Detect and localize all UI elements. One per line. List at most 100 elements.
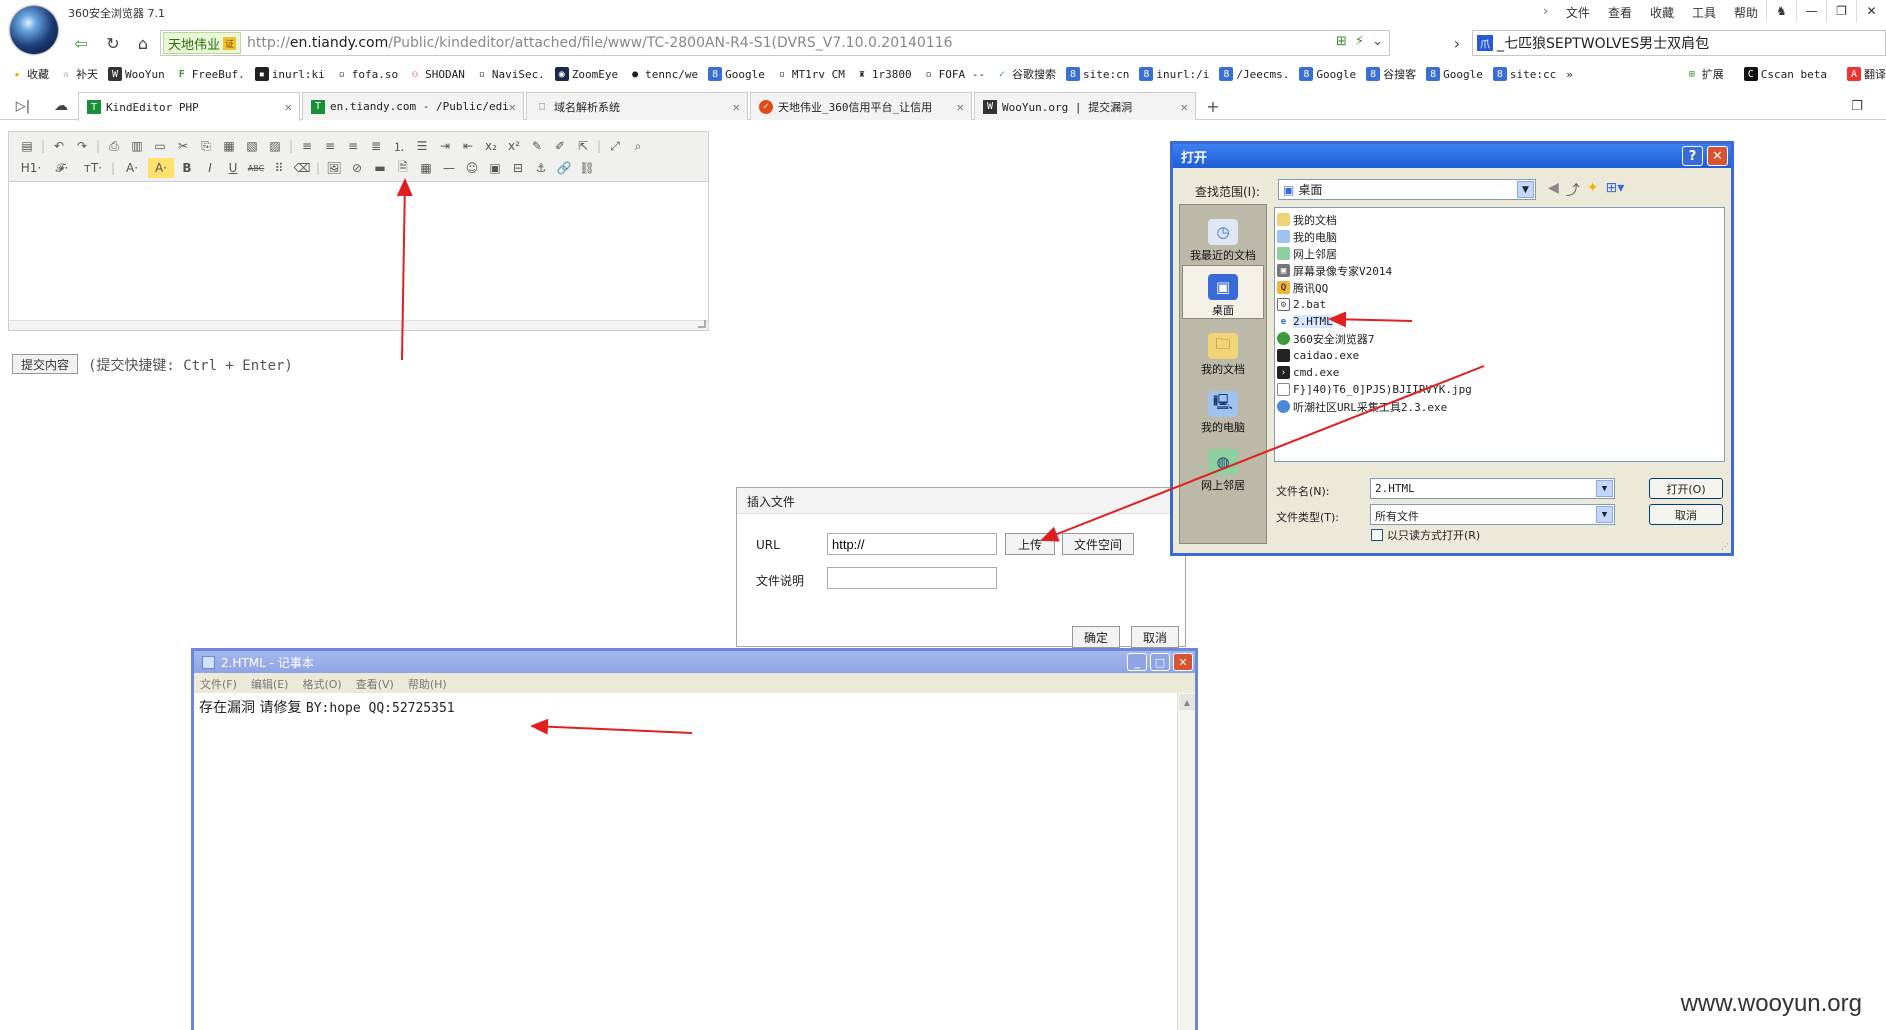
- subscript-icon[interactable]: x₂: [481, 136, 501, 156]
- bookmark-shodan[interactable]: ⚇ SHODAN: [408, 67, 465, 81]
- tab-dns-system[interactable]: □ 域名解析系统 ✕: [526, 92, 748, 120]
- outdent-icon[interactable]: ⇤: [458, 136, 478, 156]
- tab-close-icon[interactable]: ✕: [733, 100, 740, 114]
- highlight-color-icon[interactable]: A·: [148, 158, 174, 178]
- chevron-down-icon[interactable]: ⌄: [1372, 34, 1383, 49]
- tab-close-icon[interactable]: ✕: [957, 100, 964, 114]
- bookmark-cscan[interactable]: C Cscan beta: [1743, 67, 1827, 81]
- notepad-menu-file[interactable]: 文件(F): [200, 676, 237, 691]
- close-icon[interactable]: ✕: [1856, 0, 1886, 22]
- editor-content-area[interactable]: [9, 182, 708, 320]
- cancel-button[interactable]: 取消: [1649, 504, 1723, 525]
- cloud-icon[interactable]: ☁: [50, 95, 72, 117]
- tab-kindeditor[interactable]: T KindEditor PHP ✕: [78, 92, 300, 121]
- search-engine-icon[interactable]: 爪: [1477, 35, 1493, 51]
- back-arrow-icon[interactable]: ⇦: [70, 32, 92, 54]
- new-folder-icon[interactable]: ✦: [1587, 180, 1599, 200]
- ok-button[interactable]: 确定: [1072, 626, 1120, 648]
- security-icon[interactable]: ⊞: [1336, 34, 1347, 49]
- media-icon[interactable]: ▬: [370, 158, 390, 178]
- font-size-icon[interactable]: тT·: [79, 158, 107, 178]
- clear-format-icon[interactable]: ✎: [527, 136, 547, 156]
- bookmark-fofa-2[interactable]: ▫ FOFA --: [922, 67, 985, 81]
- menu-favorites[interactable]: 收藏: [1650, 4, 1674, 21]
- bookmark-wooyun[interactable]: W WooYun: [108, 67, 165, 81]
- read-only-checkbox[interactable]: 以只读方式打开(R): [1371, 527, 1480, 543]
- view-menu-icon[interactable]: ⊞▾: [1606, 180, 1625, 200]
- bookmark-site-cc[interactable]: 8 site:cc: [1492, 67, 1556, 81]
- file-type-select[interactable]: 所有文件 ▼: [1370, 504, 1615, 525]
- upload-button[interactable]: 上传: [1005, 533, 1055, 555]
- file-item-cmd[interactable]: › cmd.exe: [1277, 364, 1722, 381]
- minimize-icon[interactable]: —: [1796, 0, 1826, 22]
- font-color-icon[interactable]: A·: [119, 158, 145, 178]
- file-item-jpg[interactable]: F}]40)T6_0]PJS)BJIIRVYK.jpg: [1277, 381, 1722, 398]
- heading-icon[interactable]: H1·: [17, 158, 45, 178]
- align-justify-icon[interactable]: ≣: [366, 136, 386, 156]
- select-all-icon[interactable]: ⇱: [573, 136, 593, 156]
- sidebar-toggle-icon[interactable]: ▷|: [12, 95, 34, 117]
- preview-icon[interactable]: ⌕: [628, 136, 648, 156]
- tab-close-icon[interactable]: ✕: [1181, 100, 1188, 114]
- unlink-icon[interactable]: ⛓: [577, 158, 597, 178]
- notepad-text-area[interactable]: 存在漏洞 请修复 BY:hope QQ:52725351: [194, 693, 1174, 1030]
- undo-icon[interactable]: ↶: [49, 136, 69, 156]
- bookmark-google-search[interactable]: ✓ 谷歌搜索: [995, 66, 1056, 82]
- help-icon[interactable]: ?: [1682, 146, 1703, 166]
- file-item-2-html[interactable]: e 2.HTML: [1277, 313, 1722, 330]
- align-left-icon[interactable]: ≡: [297, 136, 317, 156]
- place-my-documents[interactable]: 🗀 我的文档: [1182, 323, 1264, 377]
- menu-file[interactable]: 文件: [1566, 4, 1590, 21]
- bookmark-gusouke[interactable]: 8 谷搜客: [1366, 66, 1416, 82]
- close-icon[interactable]: ✕: [1707, 146, 1728, 166]
- source-icon[interactable]: ▤: [17, 136, 37, 156]
- resize-grip-icon[interactable]: [698, 320, 706, 328]
- scroll-up-icon[interactable]: ▲: [1179, 694, 1195, 710]
- file-item-2-bat[interactable]: ⚙ 2.bat: [1277, 296, 1722, 313]
- paste-icon[interactable]: ▦: [219, 136, 239, 156]
- notepad-menu-format[interactable]: 格式(O): [302, 676, 341, 691]
- indent-icon[interactable]: ⇥: [435, 136, 455, 156]
- bookmark-1r3800[interactable]: ♜ 1r3800: [855, 67, 912, 81]
- chevron-down-icon[interactable]: ▼: [1517, 181, 1534, 198]
- menu-tools[interactable]: 工具: [1692, 4, 1716, 21]
- tab-tiandy-directory[interactable]: T en.tiandy.com - /Public/edi ✕: [302, 92, 524, 120]
- bookmark-freebuf[interactable]: F FreeBuf.: [175, 67, 245, 81]
- bookmark-fofa[interactable]: ▫ fofa.so: [335, 67, 398, 81]
- bookmark-tennc[interactable]: ● tennc/we: [628, 67, 698, 81]
- bookmark-zoomeye[interactable]: ◉ ZoomEye: [554, 67, 618, 81]
- tab-credit-platform[interactable]: ✓ 天地伟业_360信用平台_让信用 ✕: [750, 92, 972, 120]
- quick-format-icon[interactable]: ✐: [550, 136, 570, 156]
- look-in-select[interactable]: ▣ 桌面 ▼: [1278, 179, 1536, 200]
- table-icon[interactable]: ▦: [416, 158, 436, 178]
- redo-icon[interactable]: ↷: [72, 136, 92, 156]
- paste-word-icon[interactable]: ▨: [265, 136, 285, 156]
- notepad-menu-edit[interactable]: 编辑(E): [251, 676, 289, 691]
- url-text[interactable]: http://en.tiandy.com/Public/kindeditor/a…: [247, 35, 953, 51]
- maximize-icon[interactable]: ❐: [1826, 0, 1856, 22]
- home-icon[interactable]: ⌂: [132, 32, 154, 54]
- tab-close-icon[interactable]: ✕: [285, 100, 292, 114]
- underline-icon[interactable]: U: [223, 158, 243, 178]
- speed-mode-icon[interactable]: ⚡: [1355, 34, 1364, 49]
- file-item-my-computer[interactable]: 我的电脑: [1277, 228, 1722, 245]
- resize-grip-icon[interactable]: ⋰: [1721, 542, 1729, 551]
- line-height-icon[interactable]: ⠿: [269, 158, 289, 178]
- chevron-down-icon[interactable]: ▼: [1596, 506, 1613, 523]
- unordered-list-icon[interactable]: ☰: [412, 136, 432, 156]
- cut-icon[interactable]: ✂: [173, 136, 193, 156]
- align-right-icon[interactable]: ≡: [343, 136, 363, 156]
- site-identity-badge[interactable]: 天地伟业 证: [163, 32, 242, 54]
- maximize-icon[interactable]: □: [1150, 653, 1170, 671]
- bookmark-mt1rv[interactable]: ▫ MT1rv CM: [775, 67, 845, 81]
- file-item-qq[interactable]: Q 腾讯QQ: [1277, 279, 1722, 296]
- file-space-button[interactable]: 文件空间: [1062, 533, 1134, 555]
- open-button[interactable]: 打开(O): [1649, 478, 1723, 499]
- place-recent[interactable]: ◷ 我最近的文档: [1182, 209, 1264, 263]
- file-item-caidao[interactable]: caidao.exe: [1277, 347, 1722, 364]
- file-description-input[interactable]: [827, 567, 997, 589]
- superscript-icon[interactable]: x²: [504, 136, 524, 156]
- menu-view[interactable]: 查看: [1608, 4, 1632, 21]
- menu-help[interactable]: 帮助: [1734, 4, 1758, 21]
- bookmark-google-3[interactable]: 8 Google: [1426, 67, 1483, 81]
